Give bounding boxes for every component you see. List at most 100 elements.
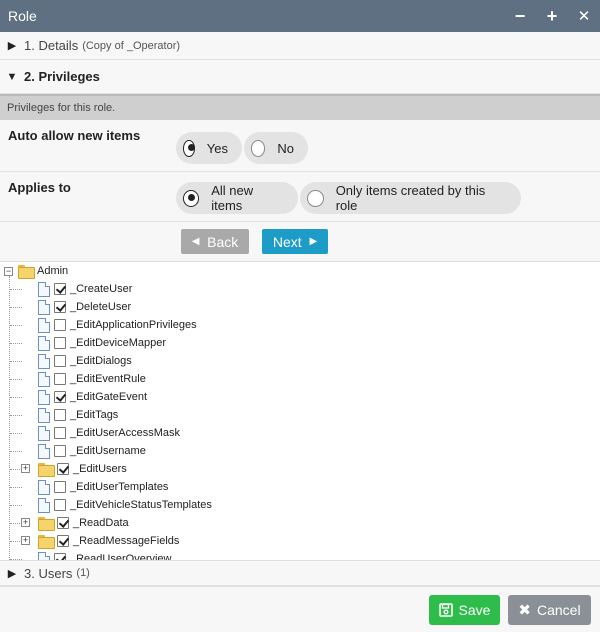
tree-item-checkbox[interactable] (54, 319, 66, 331)
document-icon (38, 497, 50, 513)
triangle-right-icon: ▶ (309, 236, 318, 247)
tree-item[interactable]: _EditTags (38, 406, 118, 424)
expand-toggle-icon[interactable]: + (21, 464, 30, 473)
tree-item-label: _EditEventRule (70, 373, 146, 385)
tree-item-checkbox[interactable] (54, 301, 66, 313)
tree-guide-line (10, 415, 22, 416)
back-button-label: Back (207, 233, 239, 250)
tree-item[interactable]: _ReadUserOverview (38, 550, 171, 560)
tree-item-label: _EditUsername (70, 445, 146, 457)
section-details-subtitle: (Copy of _Operator) (82, 39, 181, 52)
tree-item[interactable]: _EditUserTemplates (38, 478, 168, 496)
tree-item[interactable]: _EditApplicationPrivileges (38, 316, 197, 334)
tree-item-label: _CreateUser (70, 283, 133, 295)
document-icon (38, 389, 50, 405)
tree-item-checkbox[interactable] (54, 283, 66, 295)
tree-item[interactable]: _EditDialogs (38, 352, 132, 370)
privileges-info-bar: Privileges for this role. (0, 94, 600, 120)
save-button[interactable]: Save (429, 595, 500, 625)
cancel-button[interactable]: ✖ Cancel (508, 595, 591, 625)
applies-to-label: Applies to (8, 180, 71, 195)
expand-toggle-icon[interactable]: + (21, 536, 30, 545)
tree-guide-line (10, 505, 22, 506)
auto-allow-no-radio[interactable]: No (244, 132, 308, 164)
tree-item-checkbox[interactable] (54, 355, 66, 367)
tree-guide-line (10, 361, 22, 362)
tree-item[interactable]: _EditUserAccessMask (38, 424, 180, 442)
folder-open-icon (38, 463, 55, 477)
tree-item-checkbox[interactable] (54, 409, 66, 421)
maximize-button[interactable]: + (536, 0, 568, 32)
tree-root-admin[interactable]: − Admin (4, 262, 68, 280)
floppy-disk-icon (438, 603, 453, 617)
tree-item-checkbox[interactable] (54, 391, 66, 403)
document-icon (38, 407, 50, 423)
tree-item[interactable]: _EditUsername (38, 442, 146, 460)
tree-item-checkbox[interactable] (57, 463, 69, 475)
folder-open-icon (18, 265, 35, 279)
save-button-label: Save (458, 602, 491, 618)
auto-allow-yes-radio[interactable]: Yes (176, 132, 242, 164)
window-title: Role (8, 8, 37, 24)
collapse-toggle-icon[interactable]: − (4, 266, 13, 276)
tree-item-checkbox[interactable] (54, 337, 66, 349)
tree-item[interactable]: _EditEventRule (38, 370, 146, 388)
tree-item-label: _EditGateEvent (70, 391, 148, 403)
document-icon (38, 317, 50, 333)
applies-all-new-label: All new items (211, 183, 254, 213)
tree-item[interactable]: _EditUsers (38, 460, 127, 478)
applies-own-items-label: Only items created by this role (335, 183, 486, 213)
tree-item[interactable]: _EditGateEvent (38, 388, 147, 406)
auto-allow-no-label: No (277, 140, 294, 156)
auto-allow-row: Auto allow new items Yes No (0, 120, 600, 172)
tree-guide-line (10, 487, 22, 488)
tree-item-label: _ReadUserOverview (70, 553, 172, 560)
tree-item[interactable]: _CreateUser (38, 280, 132, 298)
expand-toggle-icon[interactable]: + (21, 518, 30, 527)
section-privileges-title: 2. Privileges (24, 69, 100, 84)
tree-item-checkbox[interactable] (54, 553, 66, 560)
wizard-nav-row: ◀ Back Next ▶ (0, 222, 600, 262)
document-icon (38, 479, 50, 495)
document-icon (38, 425, 50, 441)
document-icon (38, 281, 50, 297)
tree-item[interactable]: _ReadData (38, 514, 129, 532)
tree-guide-line (10, 433, 22, 434)
section-privileges-header[interactable]: ▼ 2. Privileges (0, 60, 600, 94)
close-button[interactable]: ✕ (568, 0, 600, 32)
tree-guide-line (10, 307, 22, 308)
tree-item-checkbox[interactable] (54, 427, 66, 439)
minimize-button[interactable]: − (504, 0, 536, 32)
triangle-right-icon: ▶ (7, 40, 17, 52)
privileges-info-text: Privileges for this role. (7, 102, 116, 114)
tree-item[interactable]: _EditDeviceMapper (38, 334, 166, 352)
applies-own-items-radio[interactable]: Only items created by this role (300, 182, 521, 214)
tree-item[interactable]: _DeleteUser (38, 298, 131, 316)
tree-item-label: _DeleteUser (70, 301, 132, 313)
tree-item-label: _ReadMessageFields (73, 535, 180, 547)
tree-item[interactable]: _ReadMessageFields (38, 532, 179, 550)
section-details-header[interactable]: ▶ 1. Details (Copy of _Operator) (0, 32, 600, 60)
tree-item-checkbox[interactable] (54, 499, 66, 511)
section-users-header[interactable]: ▶ 3. Users (1) (0, 560, 600, 586)
tree-item-checkbox[interactable] (57, 517, 69, 529)
document-icon (38, 371, 50, 387)
document-icon (38, 299, 50, 315)
document-icon (38, 443, 50, 459)
tree-item-checkbox[interactable] (54, 373, 66, 385)
tree-item-checkbox[interactable] (57, 535, 69, 547)
privileges-tree[interactable]: − Admin _CreateUser _DeleteUser _EditAppli… (0, 262, 600, 560)
tree-root-label: Admin (37, 265, 69, 277)
applies-all-new-radio[interactable]: All new items (176, 182, 298, 214)
tree-item-label: _EditTags (70, 409, 119, 421)
tree-item-checkbox[interactable] (54, 445, 66, 457)
next-button[interactable]: Next ▶ (262, 229, 328, 254)
x-icon: ✖ (518, 602, 531, 619)
tree-item[interactable]: _EditVehicleStatusTemplates (38, 496, 212, 514)
tree-item-label: _EditVehicleStatusTemplates (70, 499, 212, 511)
tree-guide-line (10, 325, 22, 326)
tree-item-label: _ReadData (73, 517, 129, 529)
back-button[interactable]: ◀ Back (181, 229, 249, 254)
tree-item-checkbox[interactable] (54, 481, 66, 493)
auto-allow-label: Auto allow new items (8, 128, 141, 143)
